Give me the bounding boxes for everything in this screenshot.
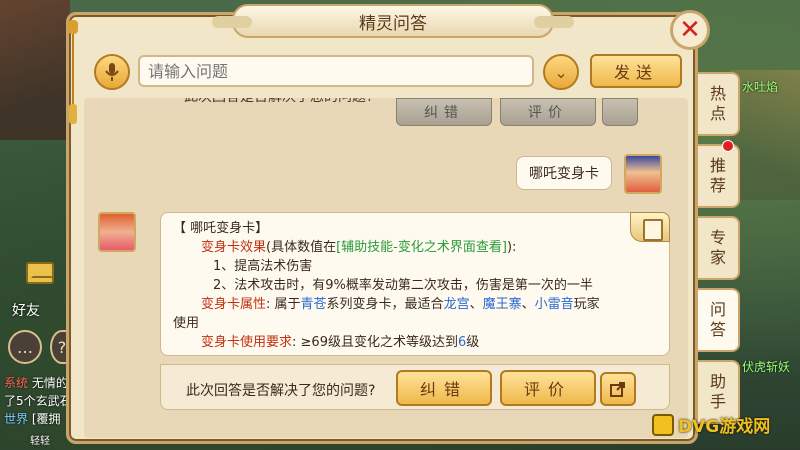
chat-line: 轻轻 — [30, 432, 50, 447]
tab-label: 手 — [709, 392, 726, 411]
microphone-icon — [105, 63, 119, 81]
effect-label: 变身卡效果 — [201, 240, 267, 255]
separator: 、 — [521, 297, 535, 312]
feedback-question: 此次回答是否解决了您的问题? — [186, 383, 376, 399]
chat-line: 了5个玄武石 — [4, 392, 72, 409]
school-link-mowangzhai[interactable]: 魔王寨 — [483, 297, 522, 312]
attribute-line-2: 使用 — [173, 316, 200, 331]
chat-line: 系统 无情的 — [4, 374, 68, 391]
player-name: 水吐焰 — [742, 80, 779, 94]
tab-recommend[interactable]: 推 荐 — [698, 144, 740, 208]
tab-label: 助 — [709, 372, 726, 391]
microphone-button[interactable] — [94, 54, 130, 90]
attribute-text-mid: 系列变身卡，最适合 — [326, 297, 444, 312]
tassel-decoration — [68, 20, 78, 130]
panel-title: 精灵问答 — [212, 4, 574, 38]
previous-rate-button[interactable]: 评价 — [500, 98, 596, 126]
scroll-icon[interactable] — [630, 212, 670, 242]
chat-line: 世界 [覆拥 — [4, 410, 61, 427]
chat-channel-tag: 世界 — [4, 412, 29, 426]
mail-icon[interactable] — [26, 262, 54, 284]
tab-label: 专 — [709, 228, 726, 247]
watermark-text: DVG游戏网 — [678, 417, 771, 437]
attribute-text-end: 玩家 — [573, 297, 600, 312]
chat-text: [覆拥 — [31, 412, 61, 426]
chevron-down-icon[interactable]: ⌄ — [543, 54, 579, 90]
attribute-label: 变身卡属性 — [201, 297, 267, 312]
requirement-text: : ≥69级且变化之术等级达到 — [292, 335, 458, 350]
share-icon[interactable] — [600, 372, 636, 406]
friends-button[interactable]: 好友 — [12, 300, 40, 320]
tab-expert[interactable]: 专 家 — [698, 216, 740, 280]
tab-label: 热 — [709, 84, 726, 103]
chat-channel-tag: 系统 — [4, 376, 29, 390]
player-name: 伏虎斩妖 — [742, 360, 791, 374]
previous-share-icon[interactable] — [602, 98, 638, 126]
tab-hot[interactable]: 热 点 — [698, 72, 740, 136]
background-building — [0, 0, 70, 140]
rate-button[interactable]: 评价 — [500, 370, 596, 406]
requirement-label: 变身卡使用要求 — [201, 335, 293, 350]
tab-qa[interactable]: 问 答 — [698, 288, 740, 352]
watermark: DVG游戏网 — [652, 412, 770, 437]
answer-effect-line: 变身卡效果(具体数值在[辅助技能-变化之术界面查看]): — [173, 238, 657, 257]
answer-attribute-line: 变身卡属性: 属于青苍系列变身卡，最适合龙宫、魔王寨、小雷音玩家 — [173, 295, 657, 314]
watermark-logo — [652, 413, 674, 436]
previous-correct-button[interactable]: 纠错 — [396, 98, 492, 126]
tab-label: 问 — [709, 300, 726, 319]
chat-text: 了5个玄武石 — [4, 394, 72, 408]
effect-text: (具体数值在 — [266, 240, 337, 255]
notification-dot — [722, 140, 734, 152]
previous-question-text: 此次回答是否解决了您的问题? — [184, 98, 404, 106]
separator: 、 — [469, 297, 483, 312]
effect-link[interactable]: [辅助技能-变化之术界面查看] — [336, 240, 507, 255]
send-button[interactable]: 发送 — [590, 54, 682, 88]
answer-heading: 【 哪吒变身卡】 — [173, 221, 269, 236]
tab-label: 家 — [709, 248, 726, 267]
tab-label: 答 — [709, 320, 726, 339]
answer-message: 【 哪吒变身卡】 变身卡效果(具体数值在[辅助技能-变化之术界面查看]): 1、… — [160, 212, 670, 356]
school-link-longgong[interactable]: 龙宫 — [444, 297, 470, 312]
close-icon[interactable]: ✕ — [670, 10, 710, 50]
requirement-text-end: 级 — [466, 335, 480, 350]
tab-label: 推 — [709, 156, 726, 175]
chat-voice-icon[interactable]: … — [8, 330, 42, 364]
tab-label: 点 — [709, 104, 726, 123]
previous-feedback-row: 此次回答是否解决了您的问题? 纠错 评价 — [184, 98, 688, 128]
effect-text-end: ): — [506, 240, 517, 255]
user-avatar — [624, 154, 662, 194]
series-link[interactable]: 青苍 — [301, 297, 327, 312]
chat-text: 无情的 — [31, 376, 68, 390]
tab-label: 荐 — [709, 176, 726, 195]
effect-item-2: 2、法术攻击时，有9%概率发动第二次攻击，伤害是第一次的一半 — [213, 278, 593, 293]
attribute-text: : 属于 — [266, 297, 301, 312]
bot-avatar — [98, 212, 136, 252]
answer-requirement-line: 变身卡使用要求: ≥69级且变化之术等级达到6级 — [173, 333, 657, 352]
requirement-level: 6 — [457, 335, 467, 350]
share-arrow-icon — [610, 382, 625, 397]
chat-text: 轻轻 — [30, 436, 50, 447]
effect-item-1: 1、提高法术伤害 — [213, 259, 313, 274]
correct-button[interactable]: 纠错 — [396, 370, 492, 406]
school-link-xiaoleiyin[interactable]: 小雷音 — [535, 297, 574, 312]
user-message: 哪吒变身卡 — [516, 156, 612, 190]
question-input[interactable] — [138, 55, 534, 87]
